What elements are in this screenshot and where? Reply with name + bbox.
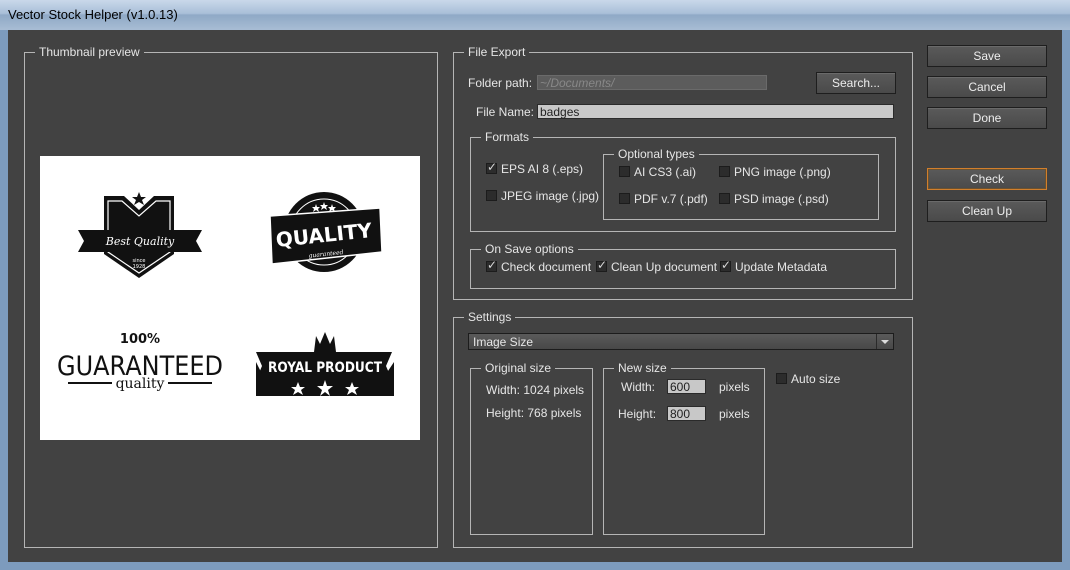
folder-path-field[interactable]: ~/Documents/ (537, 75, 767, 90)
quality-badge: QUALITY guaranteed (269, 192, 383, 272)
settings-legend: Settings (464, 310, 516, 324)
best-quality-badge: Best Quality since 1928 (78, 192, 202, 278)
check-document-label: Check document (501, 260, 592, 274)
original-width: Width: 1024 pixels (486, 383, 585, 397)
new-size-legend: New size (614, 361, 671, 375)
title-bar: Vector Stock Helper (v1.0.13) (0, 0, 1070, 30)
update-metadata-checkbox[interactable] (720, 258, 731, 272)
new-height-unit: pixels (719, 407, 750, 421)
badge-text: Best Quality (105, 235, 175, 248)
search-button[interactable]: Search... (816, 72, 896, 94)
ai-label: AI CS3 (.ai) (634, 165, 697, 179)
eps-checkbox[interactable] (486, 160, 497, 174)
new-height-field[interactable]: 800 (667, 406, 706, 421)
check-document-checkbox[interactable] (486, 258, 497, 272)
update-metadata-label: Update Metadata (735, 260, 828, 274)
original-height: Height: 768 pixels (486, 406, 582, 420)
cleanup-document-label: Clean Up document (611, 260, 718, 274)
guaranteed-badge: 100% GUARANTEED quality (57, 332, 223, 392)
folder-path-label: Folder path: (468, 76, 533, 90)
new-width-unit: pixels (719, 380, 750, 394)
on-save-legend: On Save options (481, 242, 578, 256)
new-width-field[interactable]: 600 (667, 379, 706, 394)
svg-text:1928: 1928 (133, 264, 146, 270)
file-name-field[interactable]: badges (537, 104, 894, 119)
royal-product-badge: ROYAL PRODUCT (256, 332, 394, 396)
pdf-checkbox[interactable] (619, 193, 630, 204)
psd-checkbox[interactable] (719, 193, 730, 204)
thumbnail-legend: Thumbnail preview (35, 45, 144, 59)
optional-types-group: Optional types (603, 147, 879, 220)
cancel-button[interactable]: Cancel (927, 76, 1047, 98)
chevron-down-icon[interactable] (876, 334, 893, 349)
cleanup-document-checkbox[interactable] (596, 258, 607, 272)
png-checkbox[interactable] (719, 166, 730, 177)
done-button[interactable]: Done (927, 107, 1047, 129)
file-export-legend: File Export (464, 45, 530, 59)
ai-checkbox[interactable] (619, 166, 630, 177)
file-name-label: File Name: (476, 105, 535, 119)
png-label: PNG image (.png) (734, 165, 831, 179)
original-size-legend: Original size (481, 361, 556, 375)
jpeg-checkbox[interactable] (486, 190, 497, 201)
pdf-label: PDF v.7 (.pdf) (634, 192, 708, 206)
eps-label: EPS AI 8 (.eps) (501, 162, 584, 176)
auto-size-checkbox[interactable] (776, 373, 787, 384)
settings-dropdown[interactable]: Image Size (468, 333, 894, 350)
svg-text:100%: 100% (120, 332, 160, 347)
jpeg-label: JPEG image (.jpg) (501, 189, 600, 203)
formats-legend: Formats (481, 130, 534, 144)
auto-size-label: Auto size (791, 372, 841, 386)
svg-text:quality: quality (116, 376, 165, 392)
svg-text:ROYAL PRODUCT: ROYAL PRODUCT (268, 360, 382, 376)
optional-types-legend: Optional types (614, 147, 699, 161)
new-width-label: Width: (621, 380, 656, 394)
badges-artwork: Best Quality since 1928 QUALITY guarante… (57, 192, 394, 396)
new-height-label: Height: (618, 407, 657, 421)
clean-up-button[interactable]: Clean Up (927, 200, 1047, 222)
psd-label: PSD image (.psd) (734, 192, 829, 206)
dropdown-value: Image Size (473, 335, 534, 349)
save-button[interactable]: Save (927, 45, 1047, 67)
window-title: Vector Stock Helper (v1.0.13) (8, 7, 178, 22)
check-button[interactable]: Check (927, 168, 1047, 190)
thumbnail-preview: Best Quality since 1928 QUALITY guarante… (40, 156, 420, 440)
